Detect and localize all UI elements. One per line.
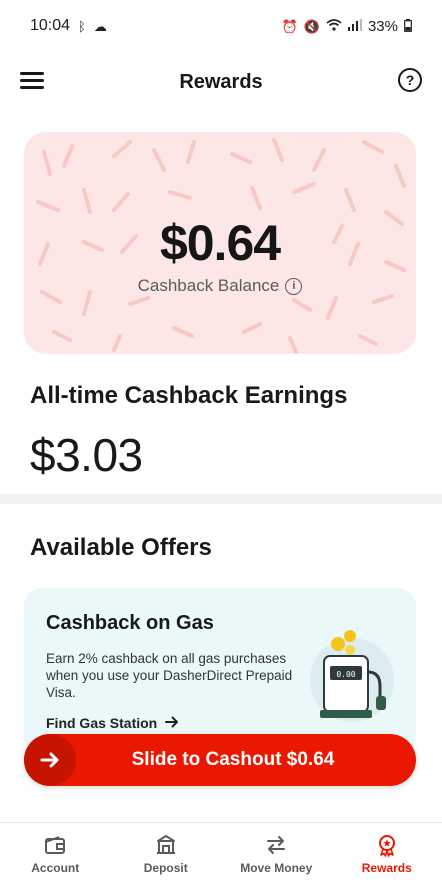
status-left: 10:04 ᛒ ☁ [30, 17, 107, 35]
status-right: ⏰ 🔇 33% [282, 18, 412, 35]
offer-description: Earn 2% cashback on all gas purchases wh… [46, 651, 293, 700]
app-header: Rewards ? [0, 58, 442, 106]
weather-icon: ☁ [93, 18, 107, 34]
all-time-earnings-value: $3.03 [30, 429, 143, 481]
slide-to-cashout-label: Slide to Cashout $0.64 [131, 749, 335, 770]
section-divider [0, 494, 442, 504]
battery-icon [404, 18, 412, 34]
menu-icon[interactable] [20, 70, 46, 92]
signal-icon [347, 19, 362, 33]
wallet-icon [45, 835, 66, 854]
nav-label-move-money: Move Money [240, 860, 313, 875]
cashback-balance-label: Cashback Balance i [138, 276, 303, 296]
transfer-arrows-icon [267, 835, 286, 854]
help-icon[interactable]: ? [398, 68, 422, 92]
page-title: Rewards [179, 70, 263, 93]
find-gas-station-label: Find Gas Station [46, 715, 158, 731]
nav-item-deposit[interactable]: Deposit [111, 823, 222, 884]
available-offers-title: Available Offers [30, 534, 212, 561]
bank-icon [156, 834, 175, 854]
nav-item-move-money[interactable]: Move Money [221, 823, 332, 884]
cashback-balance-value: $0.64 [159, 215, 281, 271]
info-icon[interactable]: i [285, 277, 303, 295]
cashback-balance-text: Cashback Balance [137, 276, 280, 295]
alarm-icon: ⏰ [281, 18, 298, 34]
battery-percent: 33% [367, 17, 398, 35]
balance-wrap: $0.64 Cashback Balance i [24, 214, 416, 296]
bottom-nav: Account Deposit Move Money Rewards [0, 822, 442, 884]
nav-label-rewards: Rewards [361, 860, 412, 875]
pump-display-text: 0.00 [336, 670, 355, 679]
bluetooth-icon: ᛒ [78, 18, 86, 34]
slide-arrow-icon[interactable] [24, 734, 76, 786]
nav-item-rewards[interactable]: Rewards [332, 823, 442, 884]
status-time: 10:04 [30, 17, 71, 34]
cashback-balance-card: $0.64 Cashback Balance i [24, 132, 416, 354]
nav-label-deposit: Deposit [143, 860, 188, 875]
nav-label-account: Account [31, 860, 80, 875]
offer-title: Cashback on Gas [46, 612, 214, 634]
find-gas-station-link[interactable]: Find Gas Station [46, 715, 179, 731]
wifi-icon [326, 19, 342, 33]
slide-to-cashout-button[interactable]: Slide to Cashout $0.64 [24, 734, 416, 786]
all-time-earnings-label: All-time Cashback Earnings [30, 382, 348, 409]
mute-icon: 🔇 [303, 18, 320, 34]
nav-item-account[interactable]: Account [0, 823, 111, 884]
gas-pump-illustration: 0.00 [310, 630, 394, 722]
status-bar: 10:04 ᛒ ☁ ⏰ 🔇 33% [0, 0, 442, 52]
rewards-badge-icon [378, 834, 395, 857]
arrow-right-icon [165, 715, 179, 731]
gas-offer-card[interactable]: Cashback on Gas Earn 2% cashback on all … [24, 588, 416, 756]
